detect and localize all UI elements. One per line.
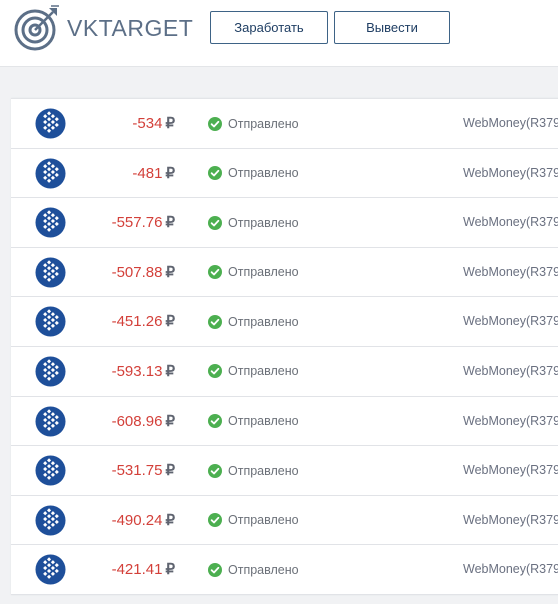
ruble-sign: ₽ — [165, 164, 175, 182]
payment-method: WebMoney(R37905 — [463, 413, 558, 428]
check-circle-icon — [208, 513, 222, 528]
transaction-row: -593.13₽ Отправлено WebMoney(R37905 — [11, 347, 558, 397]
payment-method: WebMoney(R37905 — [463, 512, 558, 527]
amount-value: -481 — [132, 164, 163, 182]
transaction-amount: -531.75 ₽ — [112, 446, 175, 495]
transaction-amount: -421.41 ₽ — [112, 545, 175, 594]
check-circle-icon — [208, 314, 222, 329]
transaction-amount: -507.88 ₽ — [112, 248, 175, 297]
status-label: Отправлено — [228, 265, 299, 280]
amount-value: -557.76 — [111, 214, 163, 232]
transaction-amount: -593.13 ₽ — [112, 347, 175, 396]
payment-method: WebMoney(R37905 — [463, 215, 558, 230]
transaction-row: -481₽ Отправлено WebMoney(R37905 — [11, 149, 558, 199]
webmoney-icon — [35, 554, 66, 585]
payment-method: WebMoney(R37905 — [463, 562, 558, 577]
payment-method: WebMoney(R37905 — [463, 116, 558, 130]
transaction-row: -451.26₽ Отправлено WebMoney(R37905 — [11, 297, 558, 347]
ruble-sign: ₽ — [165, 511, 175, 529]
amount-value: -507.88 — [111, 263, 163, 281]
transactions-list: -534₽ Отправлено WebMoney(R37905 -481₽ О… — [11, 98, 558, 595]
ruble-sign: ₽ — [165, 561, 175, 579]
transaction-amount: -608.96 ₽ — [112, 397, 175, 446]
check-circle-icon — [208, 265, 222, 280]
amount-value: -531.75 — [111, 462, 163, 480]
logo-text: VKTARGET — [67, 14, 194, 41]
ruble-sign: ₽ — [165, 263, 175, 281]
check-circle-icon — [208, 463, 222, 478]
webmoney-icon — [35, 455, 66, 486]
ruble-sign: ₽ — [165, 462, 175, 480]
amount-value: -421.41 — [111, 561, 163, 579]
amount-value: -490.24 — [111, 511, 163, 529]
webmoney-icon — [35, 505, 66, 536]
amount-value: -534 — [132, 115, 163, 132]
status-sent: Отправлено — [208, 198, 299, 247]
status-label: Отправлено — [228, 314, 299, 329]
status-label: Отправлено — [228, 166, 299, 181]
ruble-sign: ₽ — [165, 313, 175, 331]
transaction-amount: -490.24 ₽ — [112, 496, 175, 545]
ruble-sign: ₽ — [165, 115, 175, 132]
amount-value: -608.96 — [111, 412, 163, 430]
vktarget-logo[interactable]: VKTARGET — [13, 3, 193, 53]
ruble-sign: ₽ — [165, 412, 175, 430]
check-circle-icon — [208, 166, 222, 181]
status-sent: Отправлено — [208, 446, 299, 495]
webmoney-icon — [35, 207, 66, 238]
payment-method: WebMoney(R37905 — [463, 463, 558, 478]
check-circle-icon — [208, 215, 222, 230]
transaction-amount: -451.26 ₽ — [112, 297, 175, 346]
amount-value: -593.13 — [111, 362, 163, 380]
webmoney-icon — [35, 356, 66, 387]
status-sent: Отправлено — [208, 149, 299, 198]
earn-button[interactable]: Заработать — [210, 11, 328, 44]
status-sent: Отправлено — [208, 545, 299, 594]
check-circle-icon — [208, 562, 222, 577]
amount-value: -451.26 — [111, 313, 163, 331]
target-logo-icon — [14, 5, 59, 51]
transaction-row: -534₽ Отправлено WebMoney(R37905 — [11, 99, 558, 149]
webmoney-icon — [35, 108, 66, 139]
transaction-row: -557.76₽ Отправлено WebMoney(R37905 — [11, 198, 558, 248]
status-label: Отправлено — [228, 463, 299, 478]
status-sent: Отправлено — [208, 347, 299, 396]
payment-method: WebMoney(R37905 — [463, 363, 558, 378]
check-circle-icon — [208, 414, 222, 429]
webmoney-icon — [35, 406, 66, 437]
check-circle-icon — [208, 116, 222, 131]
status-label: Отправлено — [228, 513, 299, 528]
webmoney-icon — [35, 257, 66, 288]
status-sent: Отправлено — [208, 496, 299, 545]
payment-method: WebMoney(R37905 — [463, 165, 558, 180]
transaction-row: -531.75₽ Отправлено WebMoney(R37905 — [11, 446, 558, 496]
transaction-amount: -557.76 ₽ — [112, 198, 175, 247]
top-header: VKTARGET Заработать Вывести — [0, 0, 558, 67]
check-circle-icon — [208, 364, 222, 379]
transaction-amount: -534 ₽ — [132, 99, 175, 148]
ruble-sign: ₽ — [165, 362, 175, 380]
status-sent: Отправлено — [208, 297, 299, 346]
transaction-row: -490.24₽ Отправлено WebMoney(R37905 — [11, 496, 558, 546]
status-sent: Отправлено — [208, 99, 299, 148]
webmoney-icon — [35, 306, 66, 337]
status-sent: Отправлено — [208, 248, 299, 297]
payment-method: WebMoney(R37905 — [463, 314, 558, 329]
status-label: Отправлено — [228, 116, 299, 131]
status-label: Отправлено — [228, 364, 299, 379]
transaction-row: -507.88₽ Отправлено WebMoney(R37905 — [11, 248, 558, 298]
status-label: Отправлено — [228, 562, 299, 577]
status-label: Отправлено — [228, 414, 299, 429]
transaction-row: -421.41₽ Отправлено WebMoney(R37905 — [11, 545, 558, 595]
webmoney-icon — [35, 158, 66, 189]
status-label: Отправлено — [228, 215, 299, 230]
transaction-amount: -481 ₽ — [132, 149, 175, 198]
transaction-row: -608.96₽ Отправлено WebMoney(R37905 — [11, 397, 558, 447]
payment-method: WebMoney(R37905 — [463, 264, 558, 279]
status-sent: Отправлено — [208, 397, 299, 446]
withdraw-button[interactable]: Вывести — [334, 11, 450, 44]
ruble-sign: ₽ — [165, 214, 175, 232]
